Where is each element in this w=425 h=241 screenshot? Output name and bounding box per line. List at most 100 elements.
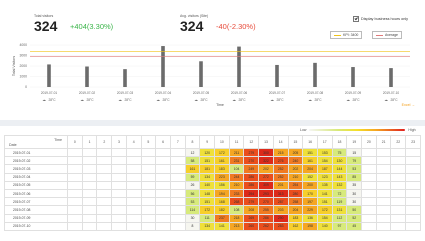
heatmap-cell: [375, 188, 392, 199]
corner-date-label: Date: [9, 142, 17, 147]
table-row: 2019-07-09 30 111 237 218 269 286 290 183 136 154 1…: [4, 213, 421, 223]
heatmap-cell: [125, 164, 142, 174]
heatmap-cell: [140, 188, 157, 199]
section-separator: [0, 120, 425, 126]
heatmap-cell: [125, 156, 142, 166]
heatmap-cell: [140, 147, 157, 158]
x-tick-label: 2019-07-10: [383, 91, 400, 95]
heatmap-cell: [390, 221, 407, 231]
heatmap-cell: 72: [331, 188, 348, 199]
x-tick-label: 2019-07-04: [155, 91, 172, 95]
heatmap-cell: [405, 205, 421, 215]
heatmap-cell: [140, 180, 157, 190]
heatmap-cell: 272: [258, 172, 274, 182]
row-date: 2019-07-01: [4, 147, 68, 158]
heatmap-cell: [96, 221, 113, 231]
heatmap-cell: 210: [287, 172, 304, 182]
heatmap-cell: 136: [302, 213, 318, 223]
heatmap-cell: [375, 172, 392, 182]
x-tick-label: 2019-07-01: [41, 91, 58, 95]
weather-temp: 28°C: [276, 98, 284, 102]
hour-column-header: 18: [331, 135, 348, 149]
heatmap-cell: 300: [258, 147, 274, 158]
x-axis-label: Time: [216, 103, 224, 107]
row-date: 2019-07-04: [4, 172, 68, 182]
heatmap-cell: 286: [243, 172, 260, 182]
export-excel-link[interactable]: Excel →: [402, 103, 415, 107]
bar: [351, 67, 355, 87]
cloud-icon: ☁: [308, 98, 312, 102]
bar: [123, 69, 127, 87]
heatmap-cell: 276: [272, 156, 289, 166]
bar: [275, 64, 279, 87]
x-tick-label: 2019-07-06: [231, 91, 248, 95]
heatmap-cell: 240: [287, 156, 304, 166]
heatmap-cell: 162: [287, 221, 304, 231]
heatmap-cell: 279: [243, 147, 260, 158]
heatmap-cell: 290: [272, 213, 289, 223]
heatmap-cell: [375, 180, 392, 190]
heatmap-cell: 204: [287, 205, 304, 215]
heatmap-cell: [67, 156, 83, 166]
hour-column-header: 20: [361, 135, 377, 149]
heatmap-cell: [361, 164, 377, 174]
heatmap-gradient: [309, 128, 406, 132]
table-row: 2019-07-03 161 181 183 104 249 202 252 202 204 187…: [4, 164, 421, 174]
hour-column-header: 19: [346, 135, 363, 149]
heatmap-cell: [361, 213, 377, 223]
heatmap-cell: [361, 172, 377, 182]
cloud-icon: ☁: [384, 98, 388, 102]
heatmap-cell: 156: [214, 180, 230, 190]
row-date: 2019-07-02: [4, 156, 68, 166]
heatmap-cell: [390, 156, 407, 166]
row-date: 2019-07-07: [4, 197, 68, 207]
heatmap-cell: [405, 213, 421, 223]
heatmap-cell: [155, 213, 171, 223]
heatmap-cell: 270: [258, 197, 274, 207]
heatmap-cell: 152: [302, 172, 318, 182]
row-date: 2019-07-05: [4, 180, 68, 190]
heatmap-cell: [96, 156, 113, 166]
heatmap-cell: 203: [272, 205, 289, 215]
heatmap-cell: [67, 197, 83, 207]
heatmap-cell: [67, 164, 83, 174]
heatmap-cell: 197: [302, 197, 318, 207]
cloud-icon: ☁: [156, 98, 160, 102]
heatmap-cell: 30: [346, 197, 363, 207]
heatmap-cell: [375, 156, 392, 166]
table-row: 2019-07-10 8 134 141 213 260 262 283 162 198 140 97…: [4, 221, 421, 231]
hour-column-header: 16: [302, 135, 318, 149]
heatmap-cell: [67, 205, 83, 215]
hourly-heatmap-table: Time Date 0 1 2 3 4 5 6 7 8 9 10 11 12 13 14 15 16 17 18 19 20…: [4, 135, 421, 231]
heatmap-cell: 8: [184, 221, 201, 231]
heatmap-cell: 151: [199, 197, 216, 207]
x-tick-label: 2019-07-07: [269, 91, 286, 95]
heatmap-cell: 123: [316, 172, 333, 182]
heatmap-cell: [140, 172, 157, 182]
heatmap-cell: 208: [243, 205, 260, 215]
heatmap-cell: [169, 172, 186, 182]
hour-column-header: 11: [228, 135, 245, 149]
summary-card: Total visitors 324 +404(3.30%) Avg. visi…: [0, 0, 425, 118]
heatmap-cell: 143: [331, 172, 348, 182]
hour-column-header: 6: [155, 135, 171, 149]
cloud-icon: ☁: [346, 98, 350, 102]
heatmap-cell: 134: [199, 221, 216, 231]
heatmap-cell: 151: [302, 147, 318, 158]
y-axis-label: Total Visitors: [12, 56, 16, 77]
heatmap-cell: 153: [316, 147, 333, 158]
heatmap-cell: 35: [346, 180, 363, 190]
weather-temp: 28°C: [162, 98, 170, 102]
heatmap-cell: 200: [302, 180, 318, 190]
hour-column-header: 14: [272, 135, 289, 149]
heatmap-cell: [155, 205, 171, 215]
x-tick-label: 2019-07-02: [79, 91, 96, 95]
heatmap-cell: [155, 172, 171, 182]
heatmap-cell: 286: [243, 180, 260, 190]
heatmap-cell: 182: [214, 205, 230, 215]
heatmap-cell: 50: [346, 205, 363, 215]
cloud-icon: ☁: [42, 98, 46, 102]
heatmap-cell: [140, 213, 157, 223]
heatmap-cell: 294: [243, 188, 260, 199]
heatmap-cell: [96, 164, 113, 174]
